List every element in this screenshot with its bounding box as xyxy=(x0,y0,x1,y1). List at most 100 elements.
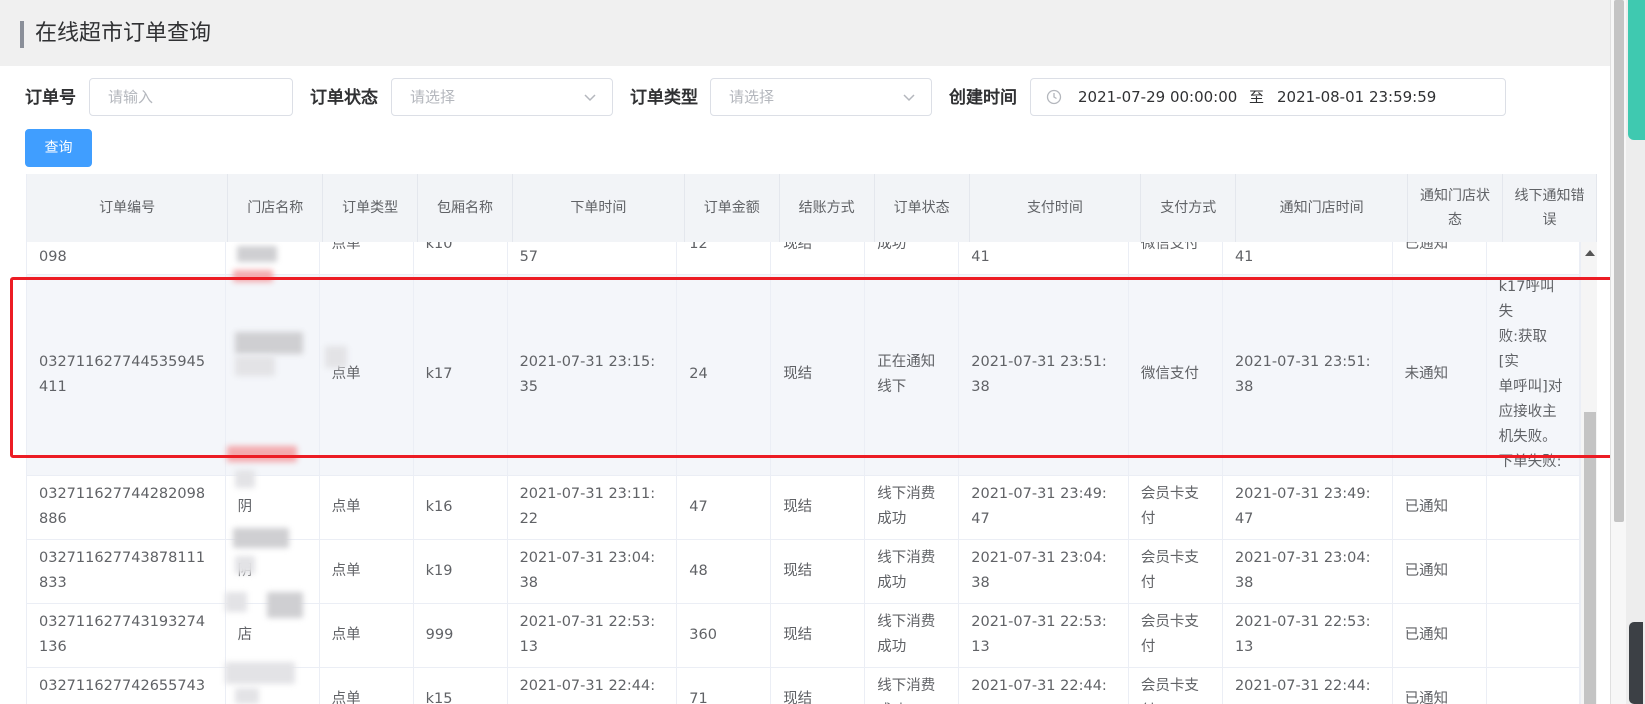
cell-amount: 12 xyxy=(676,242,772,275)
order-type-label: 订单类型 xyxy=(630,88,698,108)
order-status-select[interactable]: 请选择 xyxy=(391,78,613,116)
redacted-store-name xyxy=(235,688,259,704)
cell-checkout: 现结 xyxy=(770,274,866,476)
redacted-store-name xyxy=(233,270,273,282)
cell-room: 999 xyxy=(413,603,508,668)
column-header: 下单时间 xyxy=(512,174,685,243)
cell-pay-method: 会员卡支付 xyxy=(1128,539,1223,604)
page-header: 在线超市订单查询 xyxy=(0,0,1610,66)
cell-amount: 48 xyxy=(676,539,772,604)
redacted-store-name xyxy=(235,470,255,488)
redacted-store-name xyxy=(227,446,297,462)
error-line: 应接收主 xyxy=(1498,403,1557,420)
redacted-store-name xyxy=(233,528,289,548)
cell-notify-time: 2021-07-31 22:44:16 xyxy=(1222,667,1393,704)
header-row: 订单编号 门店名称 订单类型 包厢名称 下单时间 订单金额 结账方式 订单状态 支付时间 支付方式… xyxy=(27,174,1597,243)
column-header: 支付时间 xyxy=(969,174,1142,243)
order-type-placeholder: 请选择 xyxy=(729,88,775,106)
cell-status: 成功 xyxy=(864,242,960,275)
cell-order-id: 03271162774549760709​8 xyxy=(27,242,226,275)
cell-order-id: 0327116277445359454​11 xyxy=(27,274,226,476)
column-header: 通知门店时间 xyxy=(1235,174,1409,243)
range-separator: 至 xyxy=(1249,88,1265,106)
cell-checkout: 现结 xyxy=(770,603,866,668)
cell-status: 线下消费成功 xyxy=(864,667,960,704)
window-scrollbar[interactable] xyxy=(1610,0,1626,704)
end-date-value[interactable]: 2021-08-01 23:59:59 xyxy=(1277,79,1436,115)
table-scrollbar-thumb[interactable] xyxy=(1584,412,1596,704)
cell-status: 线下消费成功 xyxy=(864,603,960,668)
redacted-store-name xyxy=(267,592,303,618)
cell-checkout: 现结 xyxy=(770,242,866,275)
column-header: 门店名称 xyxy=(227,174,324,243)
column-header: 结账方式 xyxy=(779,174,875,243)
cell-pay-time: 2021-07-31 23:04:38 xyxy=(958,539,1129,604)
cell-order-time: 2021-07-31 22:53:13 xyxy=(507,603,678,668)
query-button[interactable]: 查询 xyxy=(25,129,92,167)
error-line: 败:获取[实 xyxy=(1498,328,1548,370)
column-header: 线下通知错误 xyxy=(1502,174,1597,243)
cell-order-id: 03271162774319327413​6 xyxy=(27,603,226,668)
cell-notify-status: 已通知 xyxy=(1392,242,1487,275)
cell-notify-time: 2021-07-31 23:04:38 xyxy=(1222,539,1393,604)
cell-notify-time: 2021-08-01 00:10:41 xyxy=(1222,242,1393,275)
cell-order-time: 2021-07-31 23:30:57 xyxy=(507,242,678,275)
table-scrollbar[interactable] xyxy=(1580,242,1597,704)
cell-type: 点单 xyxy=(319,242,414,275)
orders-table: 订单编号 门店名称 订单类型 包厢名称 下单时间 订单金额 结账方式 订单状态 支付时间 支付方式… xyxy=(26,174,1597,704)
window-scrollbar-thumb[interactable] xyxy=(1614,0,1624,522)
order-no-input[interactable] xyxy=(89,78,293,116)
cell-notify-status: 已通知 xyxy=(1392,603,1487,668)
table-header: 订单编号 门店名称 订单类型 包厢名称 下单时间 订单金额 结账方式 订单状态 支付时间 支付方式… xyxy=(27,174,1597,243)
redacted-store-name xyxy=(225,592,247,612)
cell-order-time: 2021-07-31 23:11:22 xyxy=(507,475,678,540)
cell-error xyxy=(1486,475,1580,540)
cell-status: 正在通知线下 xyxy=(864,274,960,476)
order-no-label: 订单号 xyxy=(25,88,76,108)
redacted-store-name xyxy=(325,346,347,368)
cell-order-id: 03271162774387811183​3 xyxy=(27,539,226,604)
cell-room: k10 xyxy=(413,242,508,275)
cell-pay-method: 微信支付 xyxy=(1128,242,1223,275)
cell-pay-time: 2021-07-31 23:51:38 xyxy=(958,274,1129,476)
order-type-select[interactable]: 请选择 xyxy=(710,78,932,116)
start-date-value[interactable]: 2021-07-29 00:00:00 xyxy=(1078,79,1237,115)
clock-icon xyxy=(1046,89,1062,105)
cell-room: k16 xyxy=(413,475,508,540)
redacted-store-name xyxy=(235,556,255,574)
column-header: 订单类型 xyxy=(322,174,419,243)
cell-order-time: 2021-07-31 22:44:15 xyxy=(507,667,678,704)
cell-pay-method: 会员卡支付 xyxy=(1128,475,1223,540)
redacted-store-name xyxy=(237,246,277,262)
cell-order-id: 03271162774265574330​7 xyxy=(27,667,226,704)
chevron-down-icon xyxy=(903,94,915,102)
column-header: 订单状态 xyxy=(874,174,970,243)
cell-notify-status: 未通知 xyxy=(1392,274,1487,476)
column-header: 包厢名称 xyxy=(417,174,513,243)
column-header: 订单编号 xyxy=(27,174,229,243)
cell-error xyxy=(1486,539,1580,604)
cell-room: k17 xyxy=(413,274,508,476)
redacted-store-name xyxy=(235,356,275,376)
cell-pay-method: 会员卡支付 xyxy=(1128,603,1223,668)
cell-type: 点单 xyxy=(319,274,414,476)
order-status-placeholder: 请选择 xyxy=(410,88,456,106)
cell-checkout: 现结 xyxy=(770,475,866,540)
cell-room: k15 xyxy=(413,667,508,704)
created-time-range-picker[interactable]: 2021-07-29 00:00:00 至 2021-08-01 23:59:5… xyxy=(1030,78,1506,116)
cell-checkout: 现结 xyxy=(770,667,866,704)
order-status-label: 订单状态 xyxy=(310,88,378,108)
cell-room: k19 xyxy=(413,539,508,604)
column-header: 通知门店状态 xyxy=(1407,174,1503,243)
cell-amount: 360 xyxy=(676,603,772,668)
cell-order-id: 03271162774428209888​6 xyxy=(27,475,226,540)
cell-pay-method: 会员卡支付 xyxy=(1128,667,1223,704)
cell-error xyxy=(1486,242,1580,275)
table-row[interactable]: 03271162774387811183​3阴点单k192021-07-31 2… xyxy=(27,539,1580,604)
chevron-down-icon xyxy=(584,94,596,102)
table-row[interactable]: 03271162774319327413​6 店点单 999 2021-07-31 2… xyxy=(27,603,1580,668)
table-body: 03271162774549760709​8点单k102021-07-31 23… xyxy=(27,242,1580,704)
scroll-up-arrow-icon[interactable] xyxy=(1585,250,1595,256)
side-widget xyxy=(1628,0,1645,140)
cell-checkout: 现结 xyxy=(770,539,866,604)
